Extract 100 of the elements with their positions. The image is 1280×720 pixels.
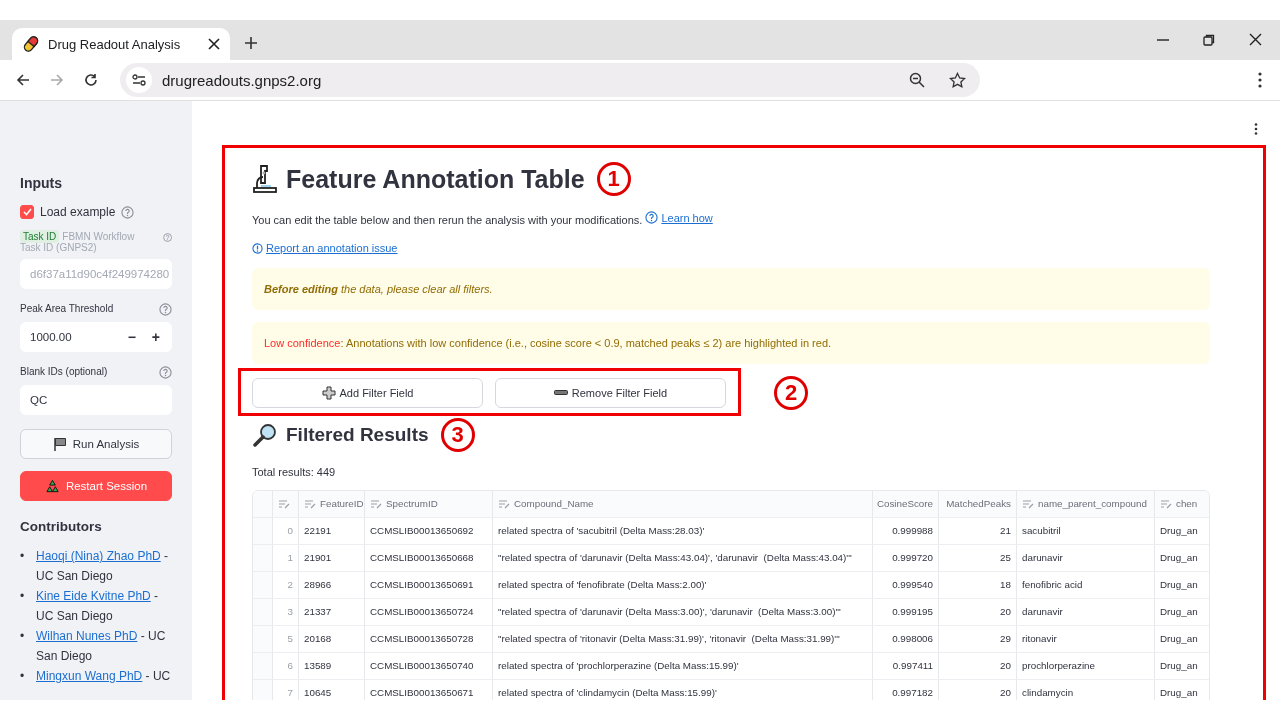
help-icon (162, 231, 172, 244)
table-cell: CCMSLIB00013650692 (365, 517, 493, 544)
magnifier-icon (252, 422, 278, 447)
table-cell: related spectra of 'prochlorperazine (Delta Mass:15.99)' (493, 652, 873, 679)
table-cell: 0.999540 (873, 571, 939, 598)
remove-filter-button[interactable]: Remove Filter Field (495, 377, 726, 408)
add-filter-button[interactable]: Add Filter Field (252, 377, 483, 408)
table-cell: 25 (939, 544, 1017, 571)
pill-icon (22, 35, 40, 53)
table-cell: clindamycin (1017, 679, 1155, 700)
menu-icon[interactable] (1258, 72, 1262, 88)
checkbox[interactable] (20, 205, 34, 219)
table-cell: prochlorperazine (1017, 652, 1155, 679)
reload-icon[interactable] (84, 73, 98, 87)
table-cell: Drug_an (1155, 679, 1209, 700)
contributor-entry: Haoqi (Nina) Zhao PhD - UC San Diego (36, 548, 170, 585)
table-cell: 29 (939, 625, 1017, 652)
table-cell: 21337 (299, 598, 365, 625)
table-cell: fenofibric acid (1017, 571, 1155, 598)
restore-icon[interactable] (1203, 33, 1215, 46)
callout-number: 1 (596, 162, 631, 196)
intro-text: You can edit the table below and then rerun the analysis with your modifications. (252, 214, 643, 226)
column-header[interactable]: chen (1155, 490, 1209, 517)
warning-alert: Low confidence: Annotations with low confidence (i.e., cosine score < 0.9, matched peaks ≤ 2) are highlighted in red. (252, 321, 1210, 364)
bullet: • (20, 548, 26, 565)
contributor-entry: Wilhan Nunes PhD - UC San Diego (36, 628, 167, 665)
table-cell: darunavir (1017, 598, 1155, 625)
column-header[interactable]: FeatureID (299, 490, 365, 517)
table-cell: 20168 (299, 625, 365, 652)
bullet: • (20, 588, 26, 605)
column-header[interactable]: MatchedPeaks (939, 490, 1017, 517)
table-cell: 13589 (299, 652, 365, 679)
column-header[interactable]: SpectrumID (365, 490, 493, 517)
table-cell: CCMSLIB00013650691 (365, 571, 493, 598)
close-icon[interactable] (208, 38, 220, 50)
table-cell: Drug_an (1155, 598, 1209, 625)
table-cell: CCMSLIB00013650724 (365, 598, 493, 625)
table-cell: 18 (939, 571, 1017, 598)
contributor-entry: Mingxun Wang PhD - UC (36, 668, 171, 685)
tab-title: Drug Readout Analysis (48, 36, 182, 52)
contributor-entry: Kine Eide Kvitne PhD - UC San Diego (36, 588, 160, 625)
run-analysis-button[interactable]: Run Analysis (20, 429, 172, 459)
contributor-link[interactable]: Mingxun Wang PhD (36, 669, 143, 683)
row-index: 0 (273, 517, 299, 544)
table-cell: 22191 (299, 517, 365, 544)
help-icon (121, 205, 135, 219)
new-tab-icon[interactable] (244, 36, 258, 50)
bookmark-star-icon[interactable] (949, 71, 966, 89)
table-cell: sacubitril (1017, 517, 1155, 544)
row-index: 5 (273, 625, 299, 652)
decrement-button[interactable]: − (123, 329, 140, 345)
row-index: 1 (273, 544, 299, 571)
table-cell: 0.998006 (873, 625, 939, 652)
microscope-icon (252, 164, 278, 194)
table-cell: CCMSLIB00013650668 (365, 544, 493, 571)
table-cell: 10645 (299, 679, 365, 700)
row-index: 6 (273, 652, 299, 679)
blank-ids-field[interactable]: QC (20, 385, 172, 415)
menu-icon[interactable] (1254, 123, 1258, 135)
table-cell: Drug_an (1155, 625, 1209, 652)
info-icon (252, 242, 263, 254)
column-header[interactable]: name_parent_compound (1017, 490, 1155, 517)
table-cell: 28966 (299, 571, 365, 598)
table-cell: "related spectra of 'darunavir (Delta Mass:3.00)', 'darunavir (Delta Mass:3.00)'" (493, 598, 873, 625)
report-issue-link[interactable]: Report an annotation issue (252, 242, 398, 254)
callout-number: 3 (440, 417, 475, 452)
restart-session-button[interactable]: Restart Session (20, 471, 172, 501)
learn-how-link[interactable]: Learn how (645, 211, 713, 224)
site-settings-icon[interactable] (132, 74, 146, 86)
table-cell: CCMSLIB00013650728 (365, 625, 493, 652)
bullet: • (20, 628, 26, 645)
row-index: 7 (273, 679, 299, 700)
zoom-out-icon[interactable] (909, 72, 925, 88)
table-cell: darunavir (1017, 544, 1155, 571)
column-header[interactable]: Compound_Name (493, 490, 873, 517)
table-cell: 20 (939, 652, 1017, 679)
row-index: 3 (273, 598, 299, 625)
table-cell: Drug_an (1155, 544, 1209, 571)
address-bar[interactable]: drugreadouts.gnps2.org (120, 63, 980, 97)
close-icon[interactable] (1249, 33, 1262, 46)
table-cell: ritonavir (1017, 625, 1155, 652)
minimize-icon[interactable] (1157, 38, 1169, 41)
section-heading: Filtered Results (286, 423, 429, 446)
bullet: • (20, 668, 26, 685)
minus-icon (553, 390, 568, 395)
back-icon[interactable] (16, 73, 30, 87)
contributor-link[interactable]: Wilhan Nunes PhD (36, 629, 138, 643)
row-index: 2 (273, 571, 299, 598)
contributor-link[interactable]: Kine Eide Kvitne PhD (36, 589, 151, 603)
column-header[interactable]: CosineScore (873, 490, 939, 517)
contributor-link[interactable]: Haoqi (Nina) Zhao PhD (36, 549, 161, 563)
increment-button[interactable]: + (147, 329, 164, 345)
callout-number: 2 (774, 375, 808, 410)
plus-icon (321, 385, 336, 400)
table-cell: 0.999720 (873, 544, 939, 571)
checkbox-label: Load example (40, 205, 116, 219)
table-cell: "related spectra of 'ritonavir (Delta Mass:31.99)', 'ritonavir (Delta Mass:31.99)'" (493, 625, 873, 652)
browser-tab[interactable]: Drug Readout Analysis (12, 28, 230, 60)
table-cell: related spectra of 'fenofibrate (Delta Mass:2.00)' (493, 571, 873, 598)
table-cell: Drug_an (1155, 517, 1209, 544)
